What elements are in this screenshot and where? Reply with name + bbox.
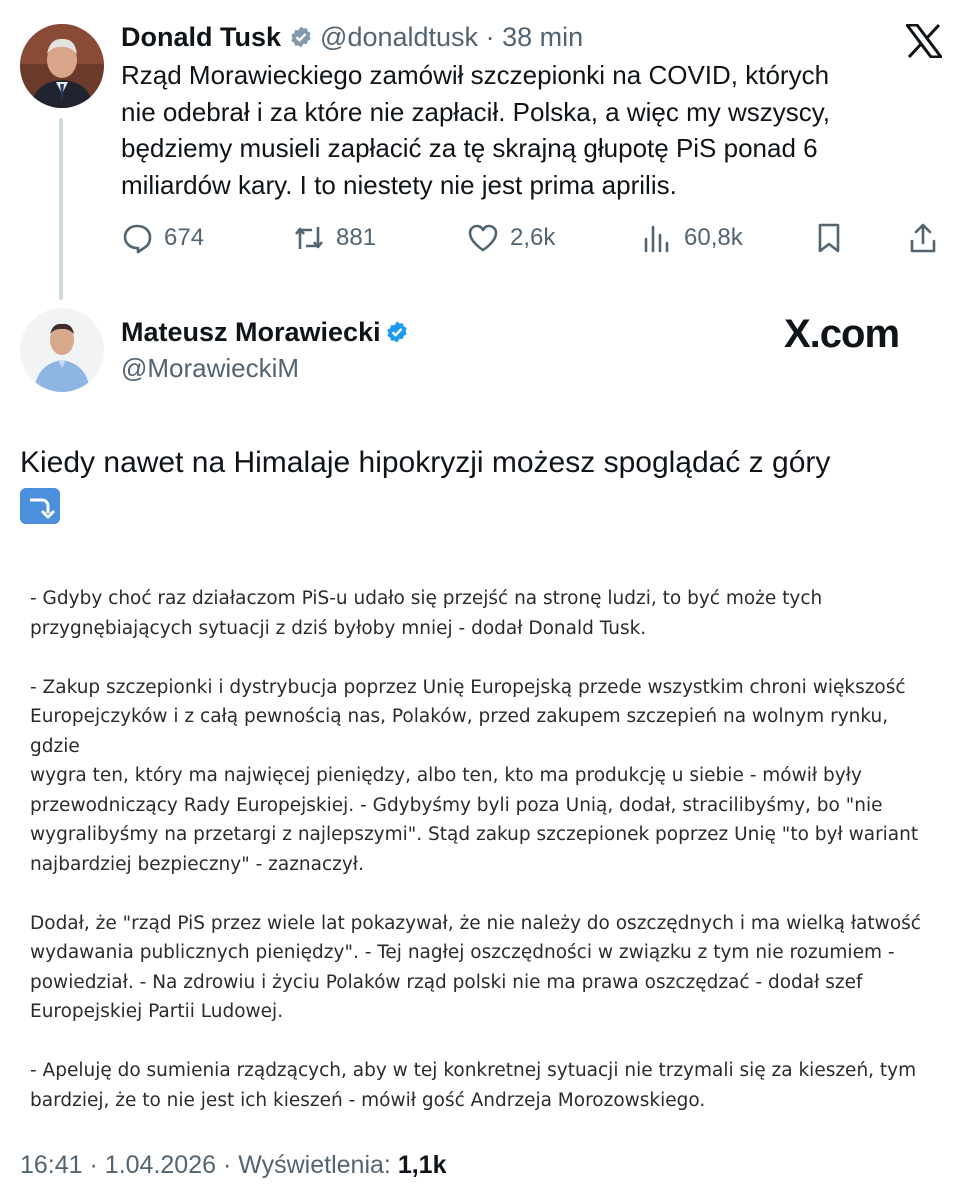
views-label: Wyświetlenia: <box>238 1151 391 1179</box>
tweet1-text: Rząd Morawieckiego zamówił szczepionki n… <box>121 60 831 200</box>
separator: · <box>485 22 495 52</box>
arrow-right-curving-down-icon <box>20 488 60 525</box>
like-button[interactable]: 2,6k <box>466 221 555 255</box>
tweet2-text: Kiedy nawet na Himalaje hipokryzji możes… <box>20 442 940 526</box>
views-count: 60,8k <box>684 224 743 251</box>
reply-count: 674 <box>164 224 205 251</box>
article-paragraph: - Gdyby choć raz działaczom PiS-u udało … <box>30 588 823 639</box>
like-count: 2,6k <box>510 224 556 251</box>
tweet-date[interactable]: 1.04.2026 <box>105 1151 216 1179</box>
author-name[interactable]: Donald Tusk <box>121 22 281 52</box>
article-paragraph: - Zakup szczepionki i dystrybucja poprze… <box>30 676 919 875</box>
tweet2-header: Mateusz Morawiecki <box>121 317 409 348</box>
avatar-donald-tusk[interactable] <box>20 24 104 108</box>
article-paragraph: Dodał, że "rząd PiS przez wiele lat poka… <box>30 912 921 1023</box>
x-com-watermark: X.com <box>784 312 900 356</box>
verified-badge-icon <box>385 320 409 344</box>
views-chart-icon <box>644 225 669 253</box>
tweet1-header: Donald Tusk @donaldtusk · 38 min <box>121 22 583 53</box>
reply-icon <box>123 224 152 254</box>
views-button[interactable]: 60,8k <box>640 221 743 255</box>
author-name[interactable]: Mateusz Morawiecki <box>121 317 381 347</box>
x-logo-icon <box>906 24 942 58</box>
author-handle[interactable]: @MorawieckiM <box>121 353 299 384</box>
views-count: 1,1k <box>397 1151 447 1179</box>
tweet2-text-content: Kiedy nawet na Himalaje hipokryzji możes… <box>20 446 831 479</box>
article-screenshot: - Gdyby choć raz działaczom PiS-u udało … <box>30 584 940 1145</box>
tweet-meta-footer: 16:41 · 1.04.2026 · Wyświetlenia: 1,1k <box>20 1151 447 1179</box>
repost-count: 881 <box>336 224 377 251</box>
tweet-time[interactable]: 38 min <box>502 22 583 52</box>
bookmark-icon <box>818 223 840 253</box>
repost-button[interactable]: 881 <box>292 221 376 255</box>
verified-badge-icon <box>289 25 313 49</box>
share-icon <box>910 223 936 253</box>
avatar-mateusz-morawiecki[interactable] <box>20 308 104 392</box>
article-paragraph: - Apeluję do sumienia rządzących, aby w … <box>30 1060 917 1111</box>
bookmark-button[interactable] <box>812 221 846 255</box>
repost-icon <box>294 227 324 249</box>
tweet-time[interactable]: 16:41 <box>20 1151 83 1179</box>
reply-button[interactable]: 674 <box>120 221 204 255</box>
author-handle[interactable]: @donaldtusk <box>320 22 478 52</box>
thread-line <box>59 118 63 300</box>
share-button[interactable] <box>906 221 940 255</box>
heart-icon <box>468 224 498 252</box>
